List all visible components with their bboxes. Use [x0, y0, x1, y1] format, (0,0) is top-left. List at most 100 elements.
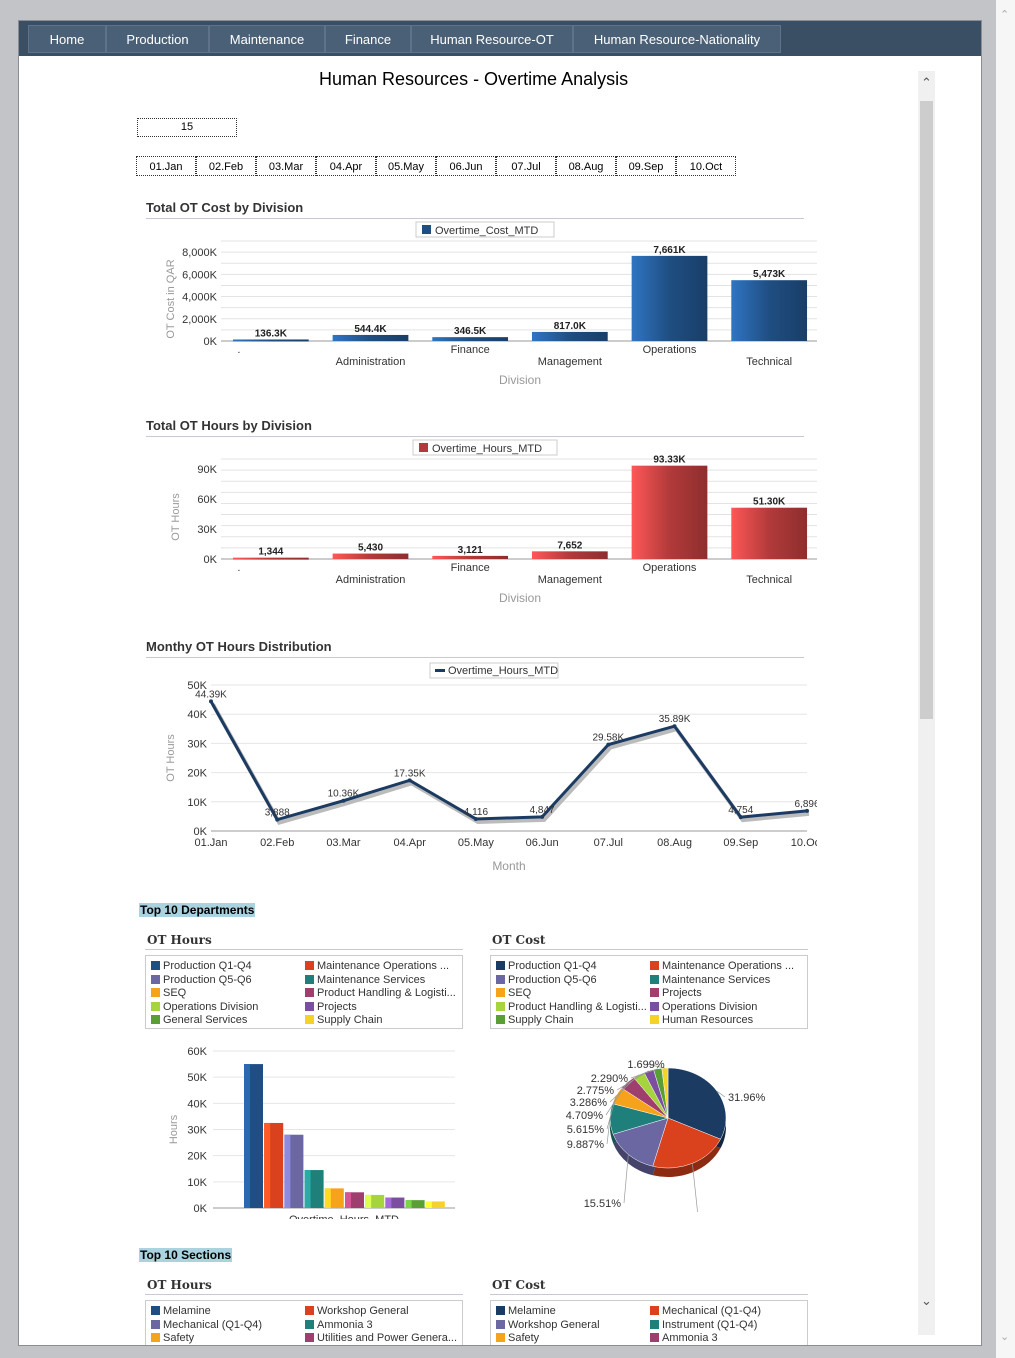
x-tick-label: 07.Jul	[594, 837, 623, 849]
page-title: Human Resources - Overtime Analysis	[319, 69, 629, 89]
y-tick-label: 50K	[187, 1072, 207, 1084]
x-tick-label: Administration	[336, 356, 406, 368]
legend-item: Production Q5-Q6	[496, 974, 597, 987]
section-hours-legend: Melamine Workshop General Mechanical (Q1-Q…	[145, 1300, 463, 1345]
tab-human-resource-ot[interactable]: Human Resource-OT	[411, 25, 573, 53]
legend-swatch	[151, 1333, 160, 1342]
bar-highlight	[324, 1188, 331, 1208]
value-selector[interactable]: 15	[137, 118, 237, 137]
y-tick-label: 4,000K	[182, 292, 218, 304]
y-tick-label: 10K	[187, 797, 207, 809]
x-tick-label: Administration	[336, 574, 406, 586]
tab-production[interactable]: Production	[106, 25, 209, 53]
y-tick-label: 30K	[197, 524, 217, 536]
month-filter-jan[interactable]: 01.Jan	[136, 156, 196, 176]
bar-highlight	[345, 1192, 351, 1208]
legend-label: Production Q5-Q6	[163, 973, 252, 986]
legend-label: SEQ	[163, 987, 187, 999]
bar-highlight	[304, 1170, 311, 1208]
bar	[332, 334, 409, 341]
legend-swatch	[650, 1306, 659, 1315]
bar	[432, 337, 509, 341]
legend-item: Production Q1-Q4	[496, 960, 597, 973]
legend-item: Mechanical (Q1-Q4)	[151, 1319, 262, 1332]
pie-data-label: 22.27%	[701, 1211, 739, 1212]
bar	[631, 465, 708, 559]
legend-swatch	[496, 1333, 505, 1342]
tab-finance[interactable]: Finance	[325, 25, 411, 53]
legend-label: Supply Chain	[317, 1014, 383, 1026]
bar-data-label: 3,121	[458, 545, 483, 556]
section-hours-title: OT Hours	[147, 1278, 212, 1292]
legend-label: Projects	[317, 1000, 357, 1013]
y-tick-label: 10K	[187, 1177, 207, 1189]
y-tick-label: 20K	[187, 768, 207, 780]
legend-item: Maintenance Services	[650, 974, 770, 987]
bar-data-label: 136.3K	[255, 328, 288, 339]
legend-label: SEQ	[508, 987, 532, 999]
window-scroll-up-icon[interactable]: ⌃	[1000, 8, 1009, 21]
x-axis-label: Month	[492, 859, 525, 873]
legend-item: Production Q5-Q6	[151, 974, 252, 987]
scrollbar-thumb[interactable]	[920, 101, 933, 719]
legend-item: Production Q1-Q4	[151, 960, 252, 973]
legend-label: General Services	[163, 1014, 248, 1026]
month-filter-oct[interactable]: 10.Oct	[676, 156, 736, 176]
y-tick-label: 8,000K	[182, 247, 218, 259]
legend-label: Supply Chain	[508, 1014, 574, 1026]
legend-item: Supply Chain	[305, 1014, 382, 1027]
legend-label: Utilities and Power Genera...	[317, 1332, 458, 1344]
tab-home[interactable]: Home	[28, 25, 106, 53]
pie-leader-line	[623, 1154, 629, 1204]
pie-data-label: 9.887%	[567, 1139, 605, 1151]
legend-label: Overtime_Cost_MTD	[435, 225, 538, 237]
scroll-down-icon[interactable]: ⌄	[921, 1293, 932, 1309]
pie-data-label: 2.775%	[577, 1085, 615, 1097]
bar-highlight	[244, 1064, 250, 1208]
tab-human-resource-nationality[interactable]: Human Resource-Nationality	[573, 25, 781, 53]
legend-label: Production Q1-Q4	[508, 960, 597, 972]
legend-item: General Services	[151, 1014, 247, 1027]
month-filter-sep[interactable]: 09.Sep	[616, 156, 676, 176]
legend-label: Mechanical (Q1-Q4)	[662, 1305, 762, 1317]
month-filter-may[interactable]: 05.May	[376, 156, 436, 176]
inner-scrollbar[interactable]: ⌃ ⌄	[918, 71, 935, 1335]
scroll-up-icon[interactable]: ⌃	[921, 75, 932, 91]
window-scrollbar[interactable]: ⌃ ⌄	[996, 0, 1015, 1358]
hours-chart-title: Total OT Hours by Division	[146, 418, 312, 433]
window-scroll-down-icon[interactable]: ⌄	[1000, 1330, 1009, 1343]
month-filter-jun[interactable]: 06.Jun	[436, 156, 496, 176]
bar-data-label: 1,344	[258, 547, 283, 558]
monthly-ot-hours-chart: Overtime_Hours_MTD0K10K20K30K40K50KOT Ho…	[165, 662, 817, 873]
bar-data-label: 817.0K	[554, 321, 587, 332]
legend-item: Maintenance Operations ...	[650, 960, 794, 973]
legend-item: Product Handling & Logisti...	[305, 987, 456, 1000]
y-tick-label: 0K	[204, 554, 218, 566]
bar-data-label: 7,652	[557, 540, 582, 551]
legend-item: Operations Division	[650, 1001, 757, 1014]
legend-item: Mechanical (Q1-Q4)	[650, 1305, 761, 1318]
legend-swatch	[650, 974, 659, 984]
legend-label: Maintenance Operations ...	[317, 960, 450, 972]
legend-label: Mechanical (Q1-Q4)	[163, 1318, 263, 1331]
dept-hours-title: OT Hours	[147, 933, 212, 947]
dept-hours-bar-chart: 0K 10K 20K 30K 40K 50K 60K Hours Overtime_Hours_…	[168, 1046, 455, 1219]
month-filter-feb[interactable]: 02.Feb	[196, 156, 256, 176]
month-filter-aug[interactable]: 08.Aug	[556, 156, 616, 176]
month-filter-apr[interactable]: 04.Apr	[316, 156, 376, 176]
bar	[631, 255, 708, 341]
main-content: Human Resources - Overtime Analysis 15 0…	[19, 57, 981, 1345]
month-filter-jul[interactable]: 07.Jul	[496, 156, 556, 176]
legend-swatch	[496, 961, 505, 970]
x-tick-label: 08.Aug	[657, 837, 692, 849]
month-filter-mar[interactable]: 03.Mar	[256, 156, 316, 176]
legend-item: Ammonia 3	[650, 1332, 718, 1345]
point-data-label: 3,888	[265, 808, 290, 819]
tab-maintenance[interactable]: Maintenance	[209, 25, 325, 53]
legend-label: Safety	[508, 1332, 540, 1344]
ot-hours-by-division-chart: Overtime_Hours_MTD 0K 30K 60K 90K OT Hours 1,3…	[170, 439, 817, 605]
bar-data-label: 5,430	[358, 543, 383, 554]
legend-swatch	[496, 1306, 505, 1315]
legend-swatch	[305, 974, 314, 984]
y-tick-label: 30K	[187, 1125, 207, 1137]
